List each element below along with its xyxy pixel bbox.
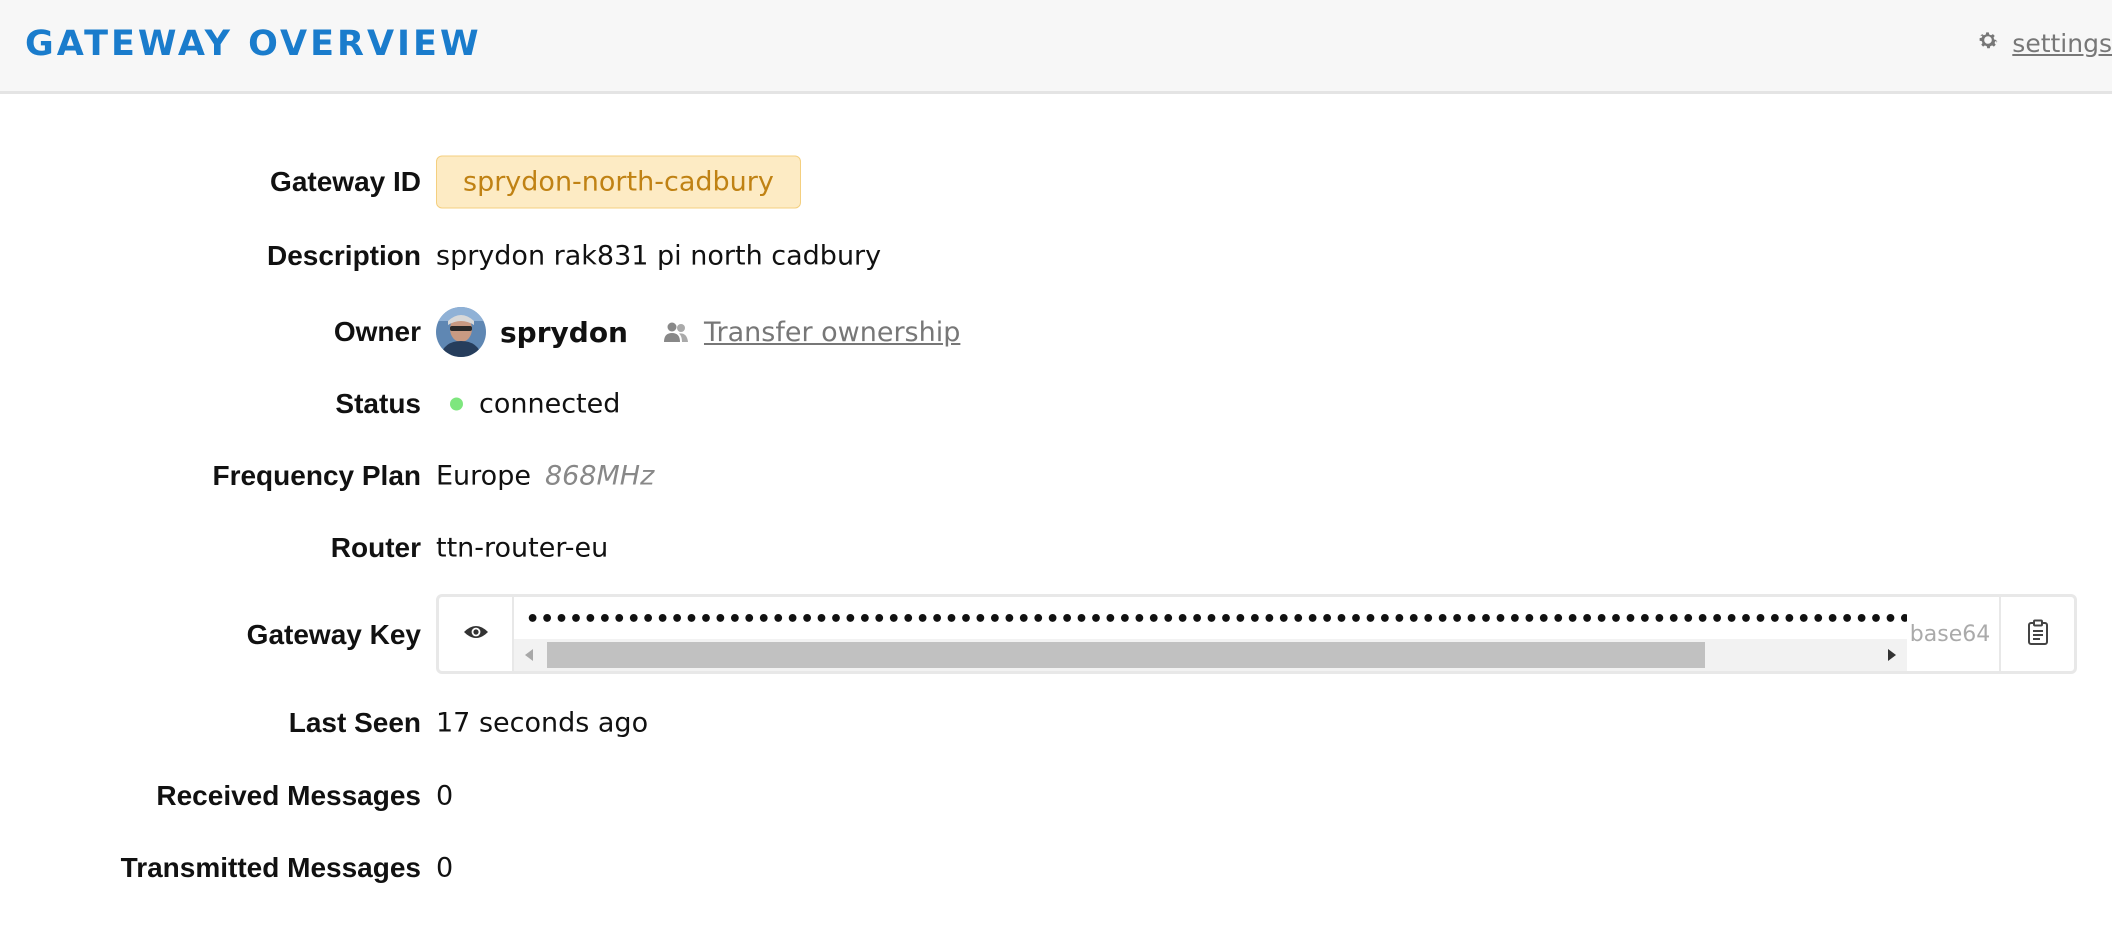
page-title: GATEWAY OVERVIEW: [25, 24, 482, 64]
owner-name[interactable]: sprydon: [500, 316, 628, 349]
frequency-plan-label: Frequency Plan: [212, 460, 421, 491]
page-header: GATEWAY OVERVIEW settings: [0, 0, 2112, 94]
avatar: [436, 307, 486, 357]
gear-icon[interactable]: [1976, 28, 2000, 58]
key-format-label: base64: [1909, 621, 1991, 647]
row-owner: Owner sprydon Transfer ownership: [0, 302, 2112, 362]
row-status: Status connected: [0, 374, 2112, 434]
router-value: ttn-router-eu: [436, 532, 609, 564]
received-messages-value: 0: [436, 780, 454, 812]
status-label: Status: [335, 388, 421, 419]
row-frequency-plan: Frequency Plan Europe 868MHz: [0, 446, 2112, 506]
show-key-button[interactable]: [439, 597, 514, 671]
row-last-seen: Last Seen 17 seconds ago: [0, 693, 2112, 753]
eye-icon[interactable]: [463, 623, 489, 646]
users-icon: [662, 320, 690, 344]
row-description: Description sprydon rak831 pi north cadb…: [0, 226, 2112, 286]
row-transmitted-messages: Transmitted Messages 0: [0, 838, 2112, 898]
description-label: Description: [266, 240, 421, 271]
status-value: connected: [479, 388, 621, 420]
horizontal-scrollbar[interactable]: [514, 639, 1907, 671]
gateway-id-badge: sprydon-north-cadbury: [436, 155, 801, 209]
owner-value: sprydon Transfer ownership: [436, 307, 960, 357]
row-received-messages: Received Messages 0: [0, 766, 2112, 826]
row-gateway-id: Gateway ID sprydon-north-cadbury: [0, 152, 2112, 212]
gateway-key-masked-value: ••••••••••••••••••••••••••••••••••••••••…: [526, 607, 1907, 632]
frequency-plan-value: Europe 868MHz: [436, 461, 654, 492]
transfer-ownership-link[interactable]: Transfer ownership: [704, 317, 960, 348]
gateway-key-label: Gateway Key: [246, 619, 421, 650]
gateway-key-input[interactable]: ••••••••••••••••••••••••••••••••••••••••…: [514, 597, 1907, 671]
scrollbar-thumb[interactable]: [547, 642, 1705, 668]
clipboard-icon[interactable]: [2027, 619, 2049, 650]
row-router: Router ttn-router-eu: [0, 518, 2112, 578]
last-seen-label: Last Seen: [288, 707, 421, 738]
frequency-plan-region: Europe: [436, 460, 531, 492]
status-indicator-dot: [450, 397, 463, 411]
scroll-left-arrow[interactable]: [514, 639, 544, 671]
frequency-plan-band: 868MHz: [544, 460, 655, 492]
scroll-right-arrow[interactable]: [1877, 639, 1907, 671]
received-messages-label: Received Messages: [156, 780, 421, 811]
description-value: sprydon rak831 pi north cadbury: [436, 240, 882, 272]
status-value-wrap: connected: [436, 389, 620, 420]
gateway-id-value-wrap: sprydon-north-cadbury: [436, 155, 801, 209]
last-seen-value: 17 seconds ago: [436, 707, 649, 739]
owner-label: Owner: [333, 316, 421, 347]
copy-key-button[interactable]: [1999, 597, 2074, 671]
transmitted-messages-label: Transmitted Messages: [120, 852, 421, 883]
settings-link[interactable]: settings: [2012, 29, 2112, 58]
transmitted-messages-value: 0: [436, 852, 454, 884]
gateway-key-field: ••••••••••••••••••••••••••••••••••••••••…: [436, 594, 2077, 674]
settings-link-group[interactable]: settings: [1976, 28, 2112, 58]
gateway-id-label: Gateway ID: [270, 166, 421, 197]
router-label: Router: [330, 532, 421, 563]
